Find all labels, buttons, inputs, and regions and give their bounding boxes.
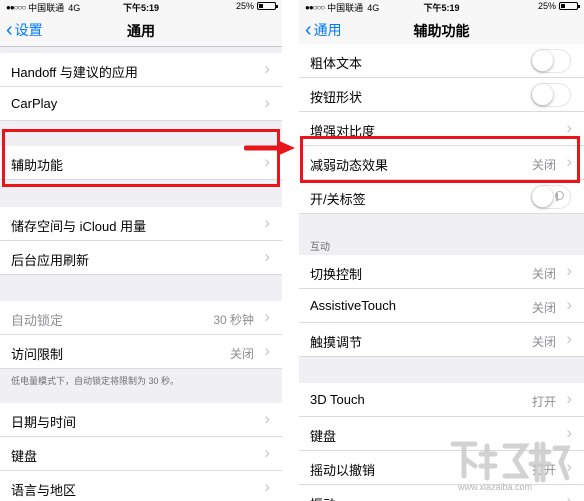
reduce-motion-highlight-box bbox=[300, 136, 580, 183]
button-shapes-toggle[interactable] bbox=[531, 83, 571, 107]
row-touch-accommodations[interactable]: 触摸调节 关闭 › bbox=[299, 323, 584, 357]
chevron-right-icon: › bbox=[566, 118, 572, 137]
chevron-right-icon: › bbox=[264, 341, 270, 360]
chevron-right-icon: › bbox=[264, 59, 270, 78]
status-bar: ●●○○○ 中国联通 4G 下午5:19 25% bbox=[0, 0, 282, 13]
status-bar: ●●○○○ 中国联通 4G 下午5:19 25% bbox=[299, 0, 584, 13]
row-value: 关闭 bbox=[531, 267, 556, 281]
row-assistive-touch[interactable]: AssistiveTouch 关闭 › bbox=[299, 289, 584, 323]
page-title: 辅助功能 bbox=[413, 23, 470, 39]
row-value: 30 秒钟 bbox=[213, 313, 254, 327]
chevron-right-icon: › bbox=[264, 247, 270, 266]
row-label: 自动锁定 bbox=[11, 313, 64, 328]
row-switch-control[interactable]: 切换控制 关闭 › bbox=[299, 255, 584, 289]
row-background-refresh[interactable]: 后台应用刷新 › bbox=[0, 241, 282, 275]
accessibility-highlight-box bbox=[2, 129, 280, 187]
chevron-right-icon: › bbox=[264, 213, 270, 232]
row-language-region[interactable]: 语言与地区 › bbox=[0, 471, 282, 501]
chevron-right-icon: › bbox=[566, 295, 572, 314]
bold-text-toggle[interactable] bbox=[531, 49, 571, 73]
row-date-time[interactable]: 日期与时间 › bbox=[0, 403, 282, 437]
row-button-shapes: 按钮形状 bbox=[299, 78, 584, 112]
chevron-right-icon: › bbox=[566, 389, 572, 408]
row-label: 按钮形状 bbox=[310, 90, 363, 105]
row-handoff[interactable]: Handoff 与建议的应用 › bbox=[0, 53, 282, 87]
battery-percent: 25% bbox=[537, 1, 556, 11]
off-label-icon bbox=[555, 191, 564, 200]
chevron-right-icon: › bbox=[264, 409, 270, 428]
row-label: 键盘 bbox=[310, 429, 337, 444]
battery-percent: 25% bbox=[235, 1, 254, 11]
row-3d-touch[interactable]: 3D Touch 打开 › bbox=[299, 383, 584, 417]
row-label: 开/关标签 bbox=[310, 192, 366, 207]
row-label: Handoff 与建议的应用 bbox=[11, 65, 138, 80]
row-label: 触摸调节 bbox=[310, 335, 363, 350]
row-label: CarPlay bbox=[11, 96, 58, 111]
left-phone-screen: ●●○○○ 中国联通 4G 下午5:19 25% ‹ 设置 通用 Handoff… bbox=[0, 0, 282, 501]
right-phone-screen: ●●○○○ 中国联通 4G 下午5:19 25% ‹ 通用 辅助功能 粗体文本 … bbox=[299, 0, 584, 501]
chevron-right-icon: › bbox=[264, 307, 270, 326]
chevron-right-icon: › bbox=[566, 261, 572, 280]
chevron-right-icon: › bbox=[264, 443, 270, 462]
row-label: 访问限制 bbox=[11, 347, 64, 362]
navigation-bar: ‹ 通用 辅助功能 bbox=[299, 13, 584, 47]
row-storage-icloud[interactable]: 储存空间与 iCloud 用量 › bbox=[0, 207, 282, 241]
chevron-right-icon: › bbox=[566, 329, 572, 348]
row-label: 粗体文本 bbox=[310, 56, 363, 71]
low-power-footnote: 低电量模式下，自动锁定将限制为 30 秒。 bbox=[11, 376, 180, 386]
row-label: 语言与地区 bbox=[11, 483, 77, 498]
watermark-url: www.xiazaiba.com bbox=[458, 482, 533, 492]
section-header-interaction: 互动 bbox=[310, 242, 330, 253]
row-carplay[interactable]: CarPlay › bbox=[0, 87, 282, 121]
row-label: 切换控制 bbox=[310, 267, 363, 282]
row-label: 振动 bbox=[310, 494, 336, 501]
row-auto-lock[interactable]: 自动锁定 30 秒钟 › bbox=[0, 301, 282, 335]
row-value: 关闭 bbox=[229, 347, 254, 361]
page-title: 通用 bbox=[127, 23, 155, 39]
row-value: 打开 bbox=[531, 395, 556, 409]
row-label: 摇动以撤销 bbox=[310, 463, 376, 478]
chevron-right-icon: › bbox=[264, 93, 270, 112]
navigation-bar: ‹ 设置 通用 bbox=[0, 13, 282, 47]
row-restrictions[interactable]: 访问限制 关闭 › bbox=[0, 335, 282, 369]
row-label: 储存空间与 iCloud 用量 bbox=[11, 219, 147, 234]
on-off-labels-toggle[interactable] bbox=[531, 185, 571, 209]
row-label: 日期与时间 bbox=[11, 415, 77, 430]
row-label: 键盘 bbox=[11, 449, 38, 464]
row-keyboard[interactable]: 键盘 › bbox=[0, 437, 282, 471]
row-bold-text: 粗体文本 bbox=[299, 44, 584, 78]
row-value: 关闭 bbox=[531, 335, 556, 349]
row-value: 关闭 bbox=[531, 301, 556, 315]
row-on-off-labels: 开/关标签 bbox=[299, 180, 584, 214]
battery-icon bbox=[559, 2, 580, 10]
row-label: 3D Touch bbox=[310, 392, 365, 407]
row-label: 后台应用刷新 bbox=[11, 253, 90, 268]
battery-icon bbox=[257, 2, 278, 10]
row-label: AssistiveTouch bbox=[310, 298, 396, 313]
red-arrow-icon bbox=[244, 140, 295, 156]
chevron-right-icon: › bbox=[264, 477, 270, 496]
